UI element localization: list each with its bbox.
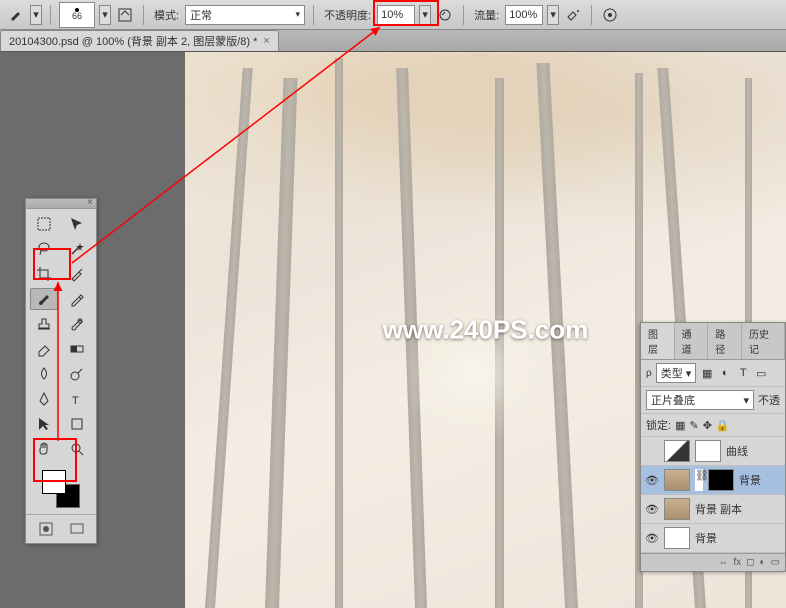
- watermark-text: www.240PS.com: [383, 315, 589, 346]
- layer-item[interactable]: 👁 背景 副本: [641, 495, 785, 524]
- layer-thumb: [664, 469, 690, 491]
- blend-mode-select[interactable]: 正常 ▾: [185, 5, 305, 25]
- lock-pixels-icon[interactable]: ▦: [675, 419, 685, 432]
- flow-label: 流量:: [474, 7, 499, 23]
- brush-size-value: 66: [72, 12, 82, 21]
- adj-add-icon[interactable]: ◐: [760, 557, 766, 568]
- blend-mode-value: 正常: [190, 7, 212, 23]
- options-bar: ▾ 66 ▾ 模式: 正常 ▾ 不透明度: 10% ▾ 流量: 100% ▾: [0, 0, 786, 30]
- layer-name: 背景: [739, 472, 761, 488]
- brush-preset-dropdown[interactable]: ▾: [99, 5, 111, 25]
- flow-dropdown[interactable]: ▾: [547, 5, 559, 25]
- link-icon: ⛓: [695, 469, 703, 491]
- visibility-icon[interactable]: 👁: [645, 503, 659, 516]
- pressure-opacity-icon[interactable]: [435, 5, 455, 25]
- lock-brush-icon[interactable]: ✎: [689, 419, 698, 432]
- filter-adj-icon[interactable]: ◐: [718, 366, 732, 380]
- marquee-tool[interactable]: [30, 213, 58, 235]
- mode-label: 模式:: [154, 7, 179, 23]
- brush-preview[interactable]: 66: [59, 2, 95, 28]
- eraser-tool[interactable]: [30, 338, 58, 360]
- brush-panel-icon[interactable]: [115, 5, 135, 25]
- close-icon[interactable]: ×: [263, 35, 269, 47]
- layer-thumb: [664, 527, 690, 549]
- lock-position-icon[interactable]: ✥: [703, 419, 712, 432]
- workspace: www.240PS.com T: [0, 52, 786, 608]
- visibility-icon[interactable]: 👁: [645, 474, 659, 487]
- stamp-tool[interactable]: [30, 313, 58, 335]
- visibility-icon[interactable]: 👁: [645, 532, 659, 545]
- foreground-color-swatch[interactable]: [42, 470, 66, 494]
- airbrush-icon[interactable]: [563, 5, 583, 25]
- hand-tool[interactable]: [30, 438, 58, 460]
- shape-tool[interactable]: [63, 413, 91, 435]
- dodge-tool[interactable]: [63, 363, 91, 385]
- blur-tool[interactable]: [30, 363, 58, 385]
- tool-preset-icon[interactable]: [6, 5, 26, 25]
- layer-name: 曲线: [726, 443, 748, 459]
- gradient-tool[interactable]: [63, 338, 91, 360]
- filter-type-icon[interactable]: T: [736, 366, 750, 380]
- layers-footer: ⇔ fx ◻ ◐ ▭: [641, 553, 785, 571]
- lock-all-icon[interactable]: 🔒: [716, 419, 730, 432]
- opacity-label: 不透明度:: [324, 7, 371, 23]
- layer-name: 背景: [695, 530, 717, 546]
- layers-panel: 图层 通道 路径 历史记 ρ 类型▾ ▦ ◐ T ▭ 正片叠底▾ 不透 锁定: …: [640, 322, 786, 572]
- layer-name: 背景 副本: [695, 501, 742, 517]
- filter-pixel-icon[interactable]: ▦: [700, 366, 714, 380]
- tab-layers[interactable]: 图层: [641, 323, 675, 359]
- panel-tabs: 图层 通道 路径 历史记: [641, 323, 785, 360]
- tools-panel: T: [25, 198, 97, 544]
- zoom-tool[interactable]: [63, 438, 91, 460]
- panel-header[interactable]: [26, 199, 96, 209]
- screenmode-icon[interactable]: [67, 519, 87, 539]
- type-tool[interactable]: T: [63, 388, 91, 410]
- layer-opacity-label: 不透: [758, 392, 780, 408]
- tool-preset-dropdown[interactable]: ▾: [30, 5, 42, 25]
- tab-channels[interactable]: 通道: [675, 323, 709, 359]
- group-icon[interactable]: ▭: [771, 557, 780, 568]
- document-tab[interactable]: 20104300.psd @ 100% (背景 副本 2, 图层蒙版/8) * …: [0, 30, 279, 51]
- filter-shape-icon[interactable]: ▭: [754, 366, 768, 380]
- pencil-tool[interactable]: [63, 288, 91, 310]
- adj-thumb: [664, 440, 690, 462]
- layer-filter-select[interactable]: 类型▾: [656, 363, 697, 383]
- lock-label: 锁定:: [646, 417, 671, 433]
- tab-history[interactable]: 历史记: [742, 323, 785, 359]
- layer-item[interactable]: 👁 ⛓ 背景: [641, 466, 785, 495]
- color-swatches[interactable]: [42, 470, 80, 508]
- mask-add-icon[interactable]: ◻: [746, 557, 754, 568]
- layer-item[interactable]: 👁 背景: [641, 524, 785, 553]
- mask-thumb: [695, 440, 721, 462]
- magic-wand-tool[interactable]: [63, 238, 91, 260]
- lasso-tool[interactable]: [30, 238, 58, 260]
- svg-text:T: T: [72, 395, 79, 407]
- eyedropper-tool[interactable]: [63, 263, 91, 285]
- document-tab-title: 20104300.psd @ 100% (背景 副本 2, 图层蒙版/8) *: [9, 33, 257, 49]
- path-select-tool[interactable]: [30, 413, 58, 435]
- layer-thumb: [664, 498, 690, 520]
- pen-tool[interactable]: [30, 388, 58, 410]
- opacity-input[interactable]: 10%: [377, 5, 415, 25]
- flow-input[interactable]: 100%: [505, 5, 543, 25]
- layer-item[interactable]: 曲线: [641, 437, 785, 466]
- link-layers-icon[interactable]: ⇔: [718, 557, 728, 568]
- quickmask-icon[interactable]: [36, 519, 56, 539]
- tab-paths[interactable]: 路径: [708, 323, 742, 359]
- brush-tool[interactable]: [30, 288, 58, 310]
- history-brush-tool[interactable]: [63, 313, 91, 335]
- move-tool[interactable]: [63, 213, 91, 235]
- blend-mode-layer-select[interactable]: 正片叠底▾: [646, 390, 754, 410]
- opacity-dropdown[interactable]: ▾: [419, 5, 431, 25]
- pressure-size-icon[interactable]: [600, 5, 620, 25]
- mask-thumb: [708, 469, 734, 491]
- crop-tool[interactable]: [30, 263, 58, 285]
- fx-icon[interactable]: fx: [733, 557, 741, 568]
- document-tab-bar: 20104300.psd @ 100% (背景 副本 2, 图层蒙版/8) * …: [0, 30, 786, 52]
